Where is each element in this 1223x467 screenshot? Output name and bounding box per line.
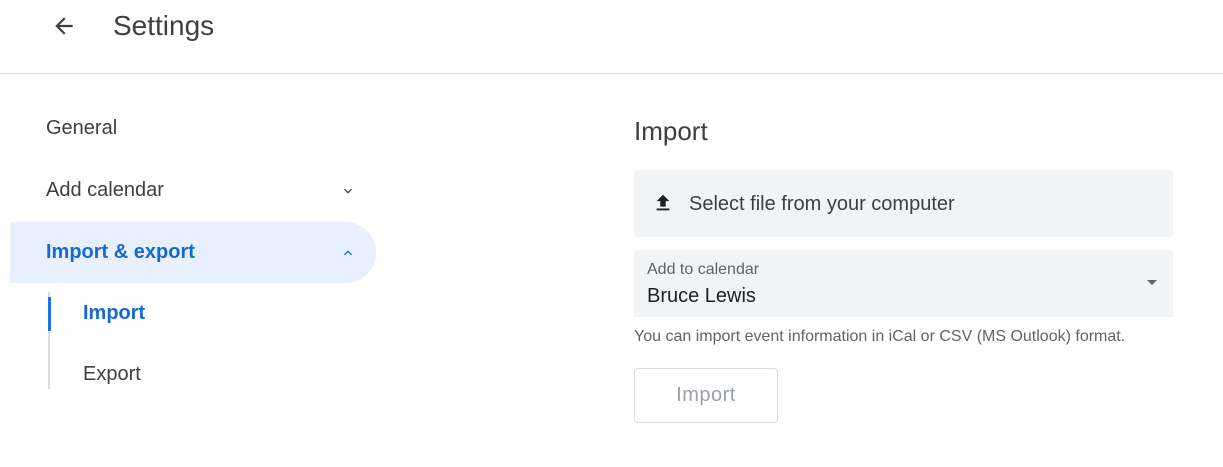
select-file-button[interactable]: Select file from your computer — [634, 170, 1173, 237]
sidebar-item-label: Import & export — [46, 241, 195, 263]
import-export-subnav: Import Export — [48, 292, 378, 392]
arrow-left-icon — [55, 17, 73, 35]
section-title: Import — [634, 116, 708, 146]
sidebar-item-import-export[interactable]: Import & export — [10, 222, 376, 283]
chevron-up-icon — [344, 249, 352, 255]
chevron-down-icon — [344, 188, 352, 194]
select-file-label: Select file from your computer — [689, 193, 955, 215]
header-bar: Settings — [0, 0, 1223, 74]
sidebar-item-general[interactable]: General — [10, 98, 376, 159]
sidebar-subitem-label: Export — [83, 362, 141, 385]
sidebar-item-add-calendar[interactable]: Add calendar — [10, 160, 376, 221]
calendar-dropdown[interactable]: Add to calendar Bruce Lewis — [634, 250, 1173, 317]
calendar-dropdown-value: Bruce Lewis — [647, 285, 756, 307]
import-hint-text: You can import event information in iCal… — [634, 328, 1126, 345]
dropdown-arrow-icon — [1147, 280, 1157, 285]
sidebar-item-label: General — [46, 117, 118, 139]
sidebar-subitem-import[interactable]: Import — [48, 294, 368, 332]
page-title: Settings — [113, 10, 215, 41]
settings-sidebar: General Add calendar Import & export — [0, 74, 380, 467]
calendar-dropdown-caption: Add to calendar — [647, 261, 760, 278]
sidebar-subitem-label: Import — [83, 301, 146, 324]
sidebar-subitem-export[interactable]: Export — [48, 355, 368, 393]
import-button[interactable]: Import — [634, 368, 778, 423]
upload-icon — [656, 194, 670, 211]
back-button[interactable] — [46, 8, 82, 44]
sidebar-item-label: Add calendar — [46, 179, 164, 201]
